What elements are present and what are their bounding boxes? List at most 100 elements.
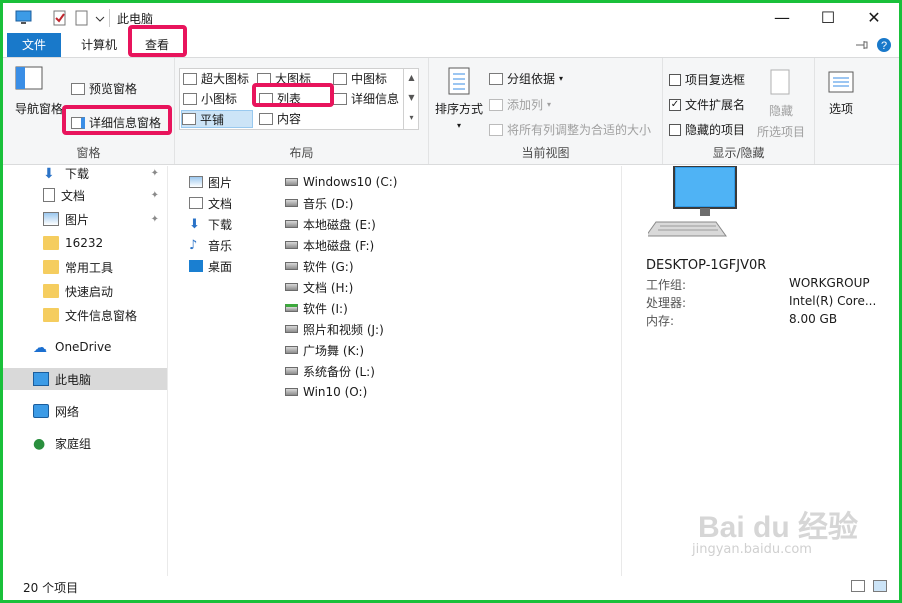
nav-item-homegroup[interactable]: ● 家庭组 [3,432,167,454]
drive-i[interactable]: 软件 (I:) [285,298,348,318]
folder-icon [43,284,59,298]
layout-tiles[interactable]: 平铺 [181,110,253,128]
chevron-down-icon[interactable] [95,9,105,27]
folder-music[interactable]: ♪ 音乐 [189,235,232,255]
nav-item-quick-launch[interactable]: 快速启动 [3,280,167,302]
hide-selected-icon [770,69,790,95]
folder-documents[interactable]: 文档 [189,193,232,213]
group-panes: 导航窗格 预览窗格 详细信息窗格 窗格 [3,58,175,164]
drive-icon [285,220,298,228]
drive-icon [285,367,298,375]
maximize-button[interactable]: ☐ [805,3,851,33]
layout-small[interactable]: 小图标 [183,90,237,107]
drive-c[interactable]: Windows10 (C:) [285,172,397,192]
nav-item-download[interactable]: ⬇ 下载 ✦ [3,162,167,184]
tab-computer[interactable]: 计算机 [69,33,129,57]
pin-ribbon-icon[interactable] [855,39,869,51]
sort-by-button[interactable]: 排序方式 ▾ [435,66,483,130]
computer-icon [15,10,32,24]
layout-medium-label: 中图标 [351,72,388,86]
drive-f[interactable]: 本地磁盘 (F:) [285,235,374,255]
folder-icon [43,236,59,250]
hide-selected-button[interactable]: 隐藏 所选项目 [757,68,805,140]
drive-h[interactable]: 文档 (H:) [285,277,353,297]
nav-item-documents[interactable]: 文档 ✦ [3,184,167,206]
drive-label: 音乐 (D:) [303,196,354,211]
drive-icon [285,262,298,270]
nav-item-pictures[interactable]: 图片 ✦ [3,208,167,230]
folder-downloads[interactable]: ⬇ 下载 [189,214,232,234]
nav-pane-button[interactable]: 导航窗格 [15,66,63,117]
nav-divider [167,166,168,576]
item-count: 20 个项目 [23,581,79,595]
options-button[interactable]: 选项 [827,70,855,117]
extra-large-icons-icon [183,72,197,85]
nav-item-network[interactable]: 网络 [3,400,167,422]
close-button[interactable]: ✕ [851,3,897,33]
sort-chevron-icon: ▾ [457,121,462,130]
selected-items-label: 所选项目 [757,125,806,139]
scroll-down-icon[interactable]: ▼ [404,88,419,108]
file-extensions-checkbox[interactable]: ✓ [669,98,681,111]
svg-text:?: ? [881,40,887,52]
nav-item-onedrive[interactable]: ☁ OneDrive [3,336,167,358]
minimize-button[interactable]: — [759,3,805,33]
item-checkboxes-toggle[interactable]: 项目复选框 [669,71,745,88]
ribbon: 导航窗格 预览窗格 详细信息窗格 窗格 超大图标 大图标 中图标 小图标 列表 … [3,57,899,165]
nav-item-label: 常用工具 [65,260,114,275]
group-layout: 超大图标 大图标 中图标 小图标 列表 详细信息 平铺 内容 ▲ ▼ ▾ 布局 [175,58,429,164]
nav-item-tools[interactable]: 常用工具 [3,256,167,278]
drive-icon [285,388,298,396]
gallery-expand-icon[interactable]: ▾ [404,108,419,128]
drive-icon [285,304,298,312]
nav-item-16232[interactable]: 16232 [3,232,167,254]
layout-extra-large[interactable]: 超大图标 [183,70,249,87]
drive-l[interactable]: 系统备份 (L:) [285,361,375,381]
hidden-items-toggle[interactable]: 隐藏的项目 [669,121,745,138]
folder-pictures[interactable]: 图片 [189,172,232,192]
drive-k[interactable]: 广场舞 (K:) [285,340,364,360]
file-extensions-toggle[interactable]: ✓ 文件扩展名 [669,96,745,113]
layout-medium[interactable]: 中图标 [333,70,387,87]
download-icon: ⬇ [189,216,200,232]
size-columns-icon [489,123,503,136]
hidden-items-checkbox[interactable] [669,123,681,136]
pin-icon: ✦ [150,167,159,179]
help-icon[interactable]: ? [876,37,892,53]
small-icons-icon [183,92,197,105]
item-checkboxes-checkbox[interactable] [669,73,681,86]
nav-item-label: 家庭组 [55,436,92,451]
layout-gallery-scroll[interactable]: ▲ ▼ ▾ [403,68,419,130]
folder-label: 下载 [208,217,233,232]
medium-icons-icon [333,72,347,85]
drive-icon [285,178,298,186]
drive-o[interactable]: Win10 (O:) [285,382,367,402]
preview-pane-icon [71,82,85,95]
add-columns-button[interactable]: 添加列 ▾ [489,96,551,113]
large-icons-view-icon[interactable] [873,580,887,592]
nav-item-file-info-pane[interactable]: 文件信息窗格 [3,304,167,326]
new-folder-icon[interactable] [75,9,89,27]
layout-details-label: 详细信息 [351,92,400,106]
properties-icon[interactable] [53,9,67,27]
detail-value-memory: 8.00 GB [789,312,838,326]
size-columns-button[interactable]: 将所有列调整为合适的大小 [489,121,651,138]
layout-details[interactable]: 详细信息 [333,90,399,107]
folder-label: 图片 [208,175,233,190]
nav-item-this-pc[interactable]: 此电脑 [3,368,167,390]
folder-desktop[interactable]: 桌面 [189,256,232,276]
drive-e[interactable]: 本地磁盘 (E:) [285,214,376,234]
drive-d[interactable]: 音乐 (D:) [285,193,353,213]
layout-content[interactable]: 内容 [259,110,301,127]
details-view-icon[interactable] [851,580,865,592]
drive-j[interactable]: 照片和视频 (J:) [285,319,384,339]
picture-icon [189,176,203,188]
drive-g[interactable]: 软件 (G:) [285,256,354,276]
detail-value-workgroup: WORKGROUP [789,276,870,290]
preview-pane-button[interactable]: 预览窗格 [71,80,137,97]
tab-file[interactable]: 文件 [7,33,61,57]
scroll-up-icon[interactable]: ▲ [404,68,419,88]
list-highlight [252,83,334,107]
group-by-button[interactable]: 分组依据 ▾ [489,70,563,87]
nav-item-label: 快速启动 [65,284,114,299]
